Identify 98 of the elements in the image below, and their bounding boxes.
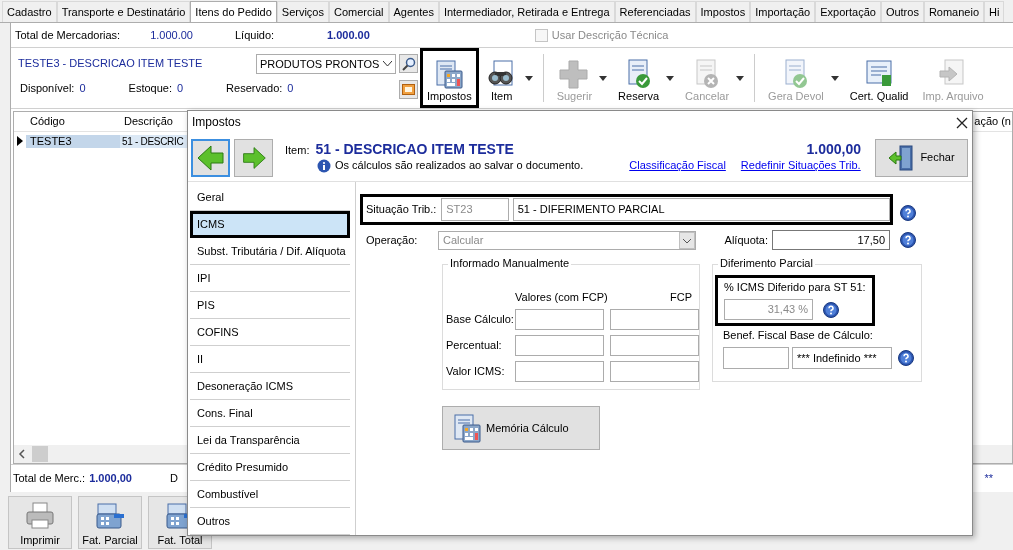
field-label: Benef. Fiscal Base de Cálculo:: [723, 329, 874, 342]
field-label: Operação:: [365, 233, 419, 247]
tab[interactable]: Cadastro: [2, 1, 57, 22]
value: 1.000.00: [149, 28, 193, 42]
label: Líquido:: [235, 28, 276, 42]
close-button[interactable]: Fechar: [875, 138, 968, 177]
dialog-title: Impostos: [192, 116, 241, 129]
item-label: Item:: [285, 143, 310, 157]
group-title: Diferimento Parcial: [718, 257, 815, 270]
field-label: Base Cálculo:: [446, 313, 515, 326]
tab[interactable]: Impostos: [695, 1, 751, 22]
field-label: % ICMS Diferido para ST 51:: [724, 281, 867, 294]
calculation-button[interactable]: Memória Cálculo: [442, 406, 600, 450]
description-field[interactable]: 51 - DIFERIMENTO PARCIAL: [512, 198, 890, 221]
stock-label: Estoque:: [128, 82, 172, 96]
input-field[interactable]: [723, 347, 789, 369]
calculator-icon: [433, 58, 466, 90]
summary-label: Total de Merc.:: [13, 472, 86, 485]
dropdown-caret-icon[interactable]: [524, 75, 533, 81]
info-text: Os cálculos são realizados ao salvar o documento.: [335, 159, 584, 172]
toolbar-button[interactable]: Reserva: [611, 48, 667, 108]
stock-value: 0: [79, 82, 86, 96]
plus-icon: [558, 58, 591, 90]
stock-value: 0: [176, 82, 184, 96]
group-title: Informado Manualmente: [448, 257, 572, 270]
tab[interactable]: Romaneio: [923, 1, 985, 22]
input-field[interactable]: [610, 361, 699, 382]
folder-icon: [402, 84, 415, 95]
tab[interactable]: Hi: [984, 1, 1005, 22]
info-icon: [317, 158, 331, 173]
tab[interactable]: Referenciadas: [614, 1, 696, 22]
table-cell: TESTE3: [26, 134, 120, 148]
input-field[interactable]: [515, 361, 604, 382]
tab[interactable]: Intermediador, Retirada e Entrega: [438, 1, 615, 22]
link[interactable]: Redefinir Situações Trib.: [740, 159, 861, 172]
percent-field[interactable]: 31,43 %: [724, 299, 813, 320]
field-label: Alíquota:: [723, 233, 768, 247]
code-field[interactable]: ST23: [441, 198, 509, 221]
stock-label: Disponível:: [20, 82, 75, 96]
table-cell: 51 - DESCRIC: [120, 134, 187, 148]
input-field[interactable]: [610, 309, 699, 330]
input-field[interactable]: [610, 335, 699, 356]
help-icon[interactable]: [900, 232, 916, 248]
category-dropdown[interactable]: PRODUTOS PRONTOS: [256, 54, 396, 74]
printer-icon: [24, 500, 56, 532]
next-button[interactable]: [234, 138, 273, 177]
scroll-thumb[interactable]: [32, 446, 48, 462]
help-icon[interactable]: [823, 301, 839, 318]
action-button[interactable]: Imprimir: [8, 496, 72, 549]
arrow-right-icon: [240, 144, 267, 171]
dropdown-caret-icon[interactable]: [666, 75, 675, 81]
benefit-field[interactable]: *** Indefinido ***: [792, 347, 892, 369]
tab[interactable]: Serviços: [276, 1, 329, 22]
search-icon: [401, 56, 416, 71]
input-field[interactable]: [515, 309, 604, 330]
previous-button[interactable]: [191, 138, 230, 177]
field-label: Percentual:: [446, 339, 503, 352]
summary-label: D: [169, 472, 178, 485]
checkbox-label: Usar Descrição Técnica: [551, 28, 669, 42]
column-header[interactable]: Código: [26, 115, 120, 128]
calculator-icon: [451, 412, 483, 444]
link[interactable]: Classificação Fiscal: [629, 159, 726, 172]
tab[interactable]: Exportação: [815, 1, 881, 22]
row-pointer-icon: [17, 136, 23, 146]
folder-button[interactable]: [399, 80, 418, 99]
tab[interactable]: Outros: [880, 1, 924, 22]
stock-label: Reservado:: [226, 82, 283, 96]
toolbar-button[interactable]: Cert. Qualid: [842, 48, 916, 108]
cash-register-icon: [94, 500, 126, 532]
field-label: Valor ICMS:: [446, 365, 506, 378]
tab[interactable]: Importação: [750, 1, 816, 22]
column-header[interactable]: ação (n: [974, 115, 1011, 128]
summary-value: 1.000,00: [89, 472, 132, 485]
item-name: 51 - DESCRICAO ITEM TESTE: [315, 142, 514, 156]
action-button[interactable]: Fat. Parcial: [78, 496, 142, 549]
rate-field[interactable]: 17,50: [772, 230, 890, 250]
tab[interactable]: Agentes: [388, 1, 439, 22]
input-field[interactable]: [515, 335, 604, 356]
close-icon[interactable]: [956, 116, 968, 129]
value: 1.000.00: [327, 28, 370, 42]
tab[interactable]: Itens do Pedido: [190, 1, 277, 22]
search-button[interactable]: [399, 54, 418, 73]
stock-value: 0: [287, 82, 294, 96]
column-header: Valores (com FCP): [515, 291, 605, 304]
tab[interactable]: Transporte e Destinatário: [56, 1, 191, 22]
nav-item[interactable]: ICMS: [190, 211, 350, 238]
help-icon[interactable]: [898, 350, 914, 366]
label: Total de Mercadorias:: [15, 28, 122, 42]
amount: 1.000,00: [806, 142, 861, 156]
help-icon[interactable]: [900, 205, 916, 221]
column-header: FCP: [669, 291, 692, 304]
toolbar-button[interactable]: Item: [478, 48, 525, 108]
summary-value: **: [984, 472, 993, 485]
item-title: TESTE3 - DESCRICAO ITEM TESTE: [18, 57, 203, 69]
arrow-left-icon: [195, 142, 226, 173]
field-label: Situação Trib.:: [366, 203, 438, 216]
tab[interactable]: Comercial: [329, 1, 389, 22]
toolbar-button[interactable]: Impostos: [420, 48, 479, 108]
